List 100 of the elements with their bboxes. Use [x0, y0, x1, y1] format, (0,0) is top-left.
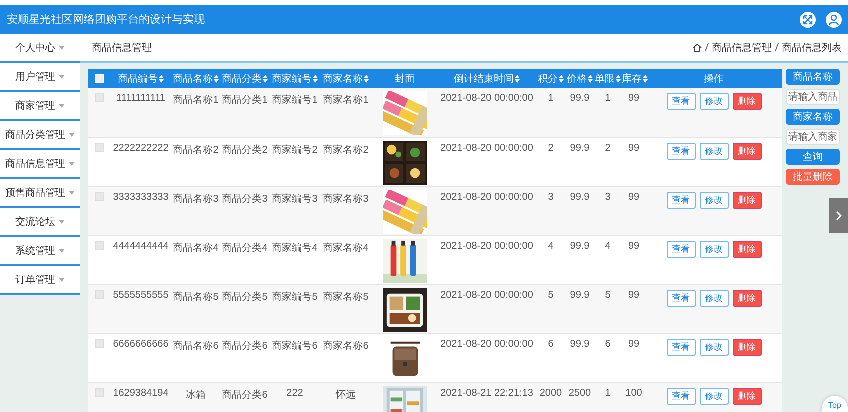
filter-label[interactable]: 商家名称 — [786, 109, 840, 125]
table-cell: 99.9 — [570, 240, 590, 252]
table-cell: 6 — [605, 338, 611, 350]
edit-button[interactable]: 修改 — [700, 388, 728, 404]
table-cell: 6666666666 — [113, 338, 169, 350]
view-button[interactable]: 查看 — [666, 338, 696, 356]
sort-icon[interactable] — [159, 74, 164, 83]
caret-icon — [58, 278, 64, 282]
row-checkbox[interactable] — [94, 338, 104, 348]
menu-item[interactable]: 商品分类管理 — [0, 121, 80, 150]
edit-button[interactable]: 修改 — [700, 142, 728, 160]
view-button[interactable]: 查看 — [666, 290, 696, 306]
table-cell: 99.9 — [570, 290, 590, 300]
table-cell: 商家编号4 — [272, 242, 318, 254]
table-cell: 商品名称2 — [173, 144, 219, 156]
table-cell: 商品名称6 — [173, 340, 219, 352]
table-cell: 1 — [605, 93, 611, 104]
batch-delete-button[interactable]: 批量删除 — [786, 169, 840, 185]
sort-icon[interactable] — [313, 74, 318, 83]
menu-item[interactable]: 交流论坛 — [0, 208, 80, 237]
view-button[interactable]: 查看 — [666, 93, 696, 110]
delete-button[interactable]: 删除 — [732, 192, 762, 208]
table-cell: 6 — [548, 338, 554, 350]
table-cell: 1629384194 — [113, 388, 169, 398]
menu-item[interactable]: 用户管理 — [0, 63, 80, 92]
table-cell: 5 — [548, 290, 554, 300]
menu-item[interactable]: 个人中心 — [0, 34, 80, 63]
delete-button[interactable]: 删除 — [732, 93, 762, 110]
edit-button[interactable]: 修改 — [700, 93, 728, 110]
edit-button[interactable]: 修改 — [700, 338, 728, 356]
delete-button[interactable]: 删除 — [732, 290, 762, 306]
caret-icon — [58, 46, 64, 50]
search-field[interactable]: 请输入商品 — [786, 89, 840, 105]
table-cell: 2021-08-20 00:00:00 — [440, 290, 534, 300]
table-cell: 1 — [548, 93, 554, 104]
table-cell: 商品分类2 — [222, 144, 268, 156]
caret-icon — [58, 74, 64, 78]
home-icon[interactable] — [693, 44, 702, 52]
table-cell: 2021-08-20 00:00:00 — [440, 338, 534, 350]
table-cell: 3 — [548, 192, 554, 202]
row-checkbox[interactable] — [94, 142, 104, 152]
caret-icon — [58, 220, 64, 224]
table-cell: 商家名称3 — [323, 194, 369, 204]
view-button[interactable]: 查看 — [666, 142, 696, 160]
menu-item[interactable]: 商家管理 — [0, 92, 80, 121]
select-all-checkbox[interactable] — [94, 74, 104, 83]
delete-button[interactable]: 删除 — [732, 338, 762, 356]
edit-button[interactable]: 修改 — [700, 192, 728, 208]
table-cell: 99 — [628, 142, 640, 154]
row-checkbox[interactable] — [94, 240, 104, 250]
delete-button[interactable]: 删除 — [732, 388, 762, 404]
fullscreen-icon[interactable] — [800, 12, 816, 28]
row-checkbox[interactable] — [94, 388, 104, 396]
table-cell: 商品分类6 — [222, 390, 268, 400]
table-cell: 商家名称6 — [323, 340, 369, 352]
sort-icon[interactable] — [643, 74, 648, 83]
menu-item[interactable]: 订单管理 — [0, 266, 80, 295]
user-icon[interactable] — [826, 12, 842, 28]
menu-item[interactable]: 预售商品管理 — [0, 179, 80, 208]
page-title: 商品信息管理 — [92, 42, 152, 54]
menu-item[interactable]: 系统管理 — [0, 237, 80, 266]
table-cell: 99 — [628, 192, 640, 202]
row-checkbox[interactable] — [94, 192, 104, 200]
row-checkbox[interactable] — [94, 290, 104, 298]
sort-icon[interactable] — [559, 74, 564, 83]
view-button[interactable]: 查看 — [666, 388, 696, 404]
edit-button[interactable]: 修改 — [700, 290, 728, 306]
app-title: 安顺星光社区网络团购平台的设计与实现 — [7, 12, 205, 27]
caret-icon — [68, 162, 74, 166]
table-cell: 商品名称1 — [173, 95, 219, 106]
menu-item[interactable]: 商品信息管理 — [0, 150, 80, 179]
table-cell: 4 — [605, 240, 611, 252]
table-cell: 1111111111 — [116, 93, 166, 104]
breadcrumb-link[interactable]: 商品信息管理 — [712, 40, 772, 54]
delete-button[interactable]: 删除 — [732, 240, 762, 258]
table-cell: 99.9 — [570, 93, 590, 104]
view-button[interactable]: 查看 — [666, 192, 696, 208]
table-cell: 2021-08-21 22:21:13 — [440, 388, 534, 398]
filter-label[interactable]: 商品名称 — [786, 69, 840, 85]
delete-button[interactable]: 删除 — [732, 142, 762, 160]
table-cell: 3333333333 — [113, 192, 169, 202]
row-checkbox[interactable] — [94, 93, 104, 102]
table-cell: 222 — [286, 388, 304, 398]
edit-button[interactable]: 修改 — [700, 240, 728, 258]
search-field[interactable]: 请输入商家 — [786, 129, 840, 145]
table-cell: 商品分类6 — [222, 340, 268, 352]
view-button[interactable]: 查看 — [666, 240, 696, 258]
table-cell: 商品分类1 — [222, 95, 268, 106]
search-button[interactable]: 查询 — [786, 149, 840, 165]
side-tab[interactable] — [829, 198, 848, 233]
sort-icon[interactable] — [515, 74, 520, 83]
sort-icon[interactable] — [263, 74, 268, 83]
sort-icon[interactable] — [364, 74, 369, 83]
separator-icon — [705, 43, 709, 52]
table-cell: 2 — [548, 142, 554, 154]
table-cell: 4 — [548, 240, 554, 252]
table-cell: 2021-08-20 00:00:00 — [440, 240, 534, 252]
table-cell: 商品名称5 — [173, 292, 219, 302]
table-cell: 2222222222 — [113, 142, 169, 154]
caret-icon — [58, 104, 64, 108]
